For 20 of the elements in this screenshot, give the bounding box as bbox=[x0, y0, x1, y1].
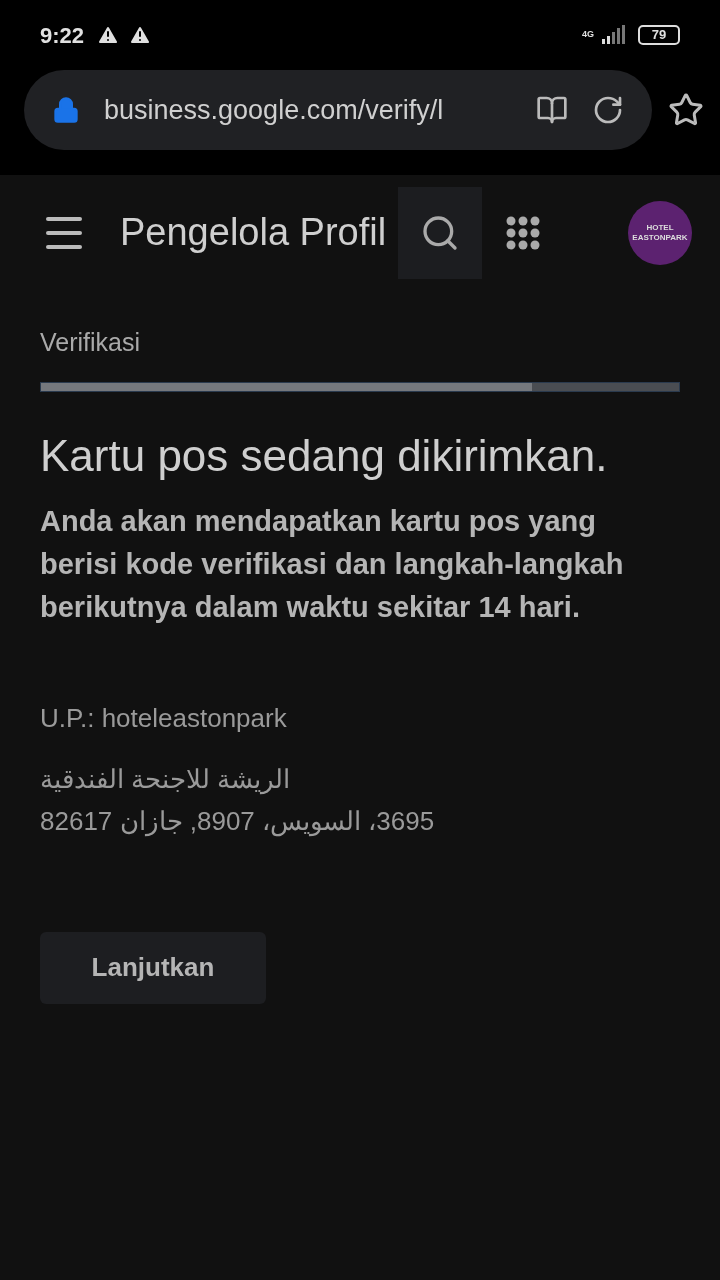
network-label: 4G bbox=[582, 28, 594, 42]
heading: Kartu pos sedang dikirimkan. bbox=[40, 429, 609, 482]
step-label: Verifikasi bbox=[40, 327, 142, 358]
address-line: 3695، السويس، 8907, جازان 82617 bbox=[40, 804, 435, 839]
clock: 9:22 bbox=[40, 21, 85, 50]
url-text: business.google.com/verify/l bbox=[104, 93, 445, 127]
continue-button[interactable]: Lanjutkan bbox=[40, 931, 266, 1004]
reader-mode-icon[interactable] bbox=[536, 94, 568, 126]
account-avatar[interactable]: HOTEL EASTONPARK bbox=[628, 200, 692, 265]
battery-indicator: 79 bbox=[638, 25, 680, 45]
search-button[interactable] bbox=[398, 186, 482, 279]
address-line: الريشة للاجنحة الفندقية bbox=[40, 762, 291, 797]
app-title: Pengelola Profil bbox=[120, 210, 388, 255]
apps-grid-icon[interactable] bbox=[506, 215, 540, 250]
description: Anda akan mendapatkan kartu pos yang berisi kode verifikasi dan langkah-langkah berikutnya dalam waktu sekitar 14 hari. bbox=[40, 503, 625, 625]
lock-icon bbox=[52, 96, 80, 124]
recipient-text: U.P.: hoteleastonpark bbox=[40, 701, 288, 735]
address-bar[interactable]: business.google.com/verify/l bbox=[24, 70, 652, 150]
reload-icon[interactable] bbox=[592, 94, 624, 126]
bookmark-star-icon[interactable] bbox=[668, 92, 704, 128]
